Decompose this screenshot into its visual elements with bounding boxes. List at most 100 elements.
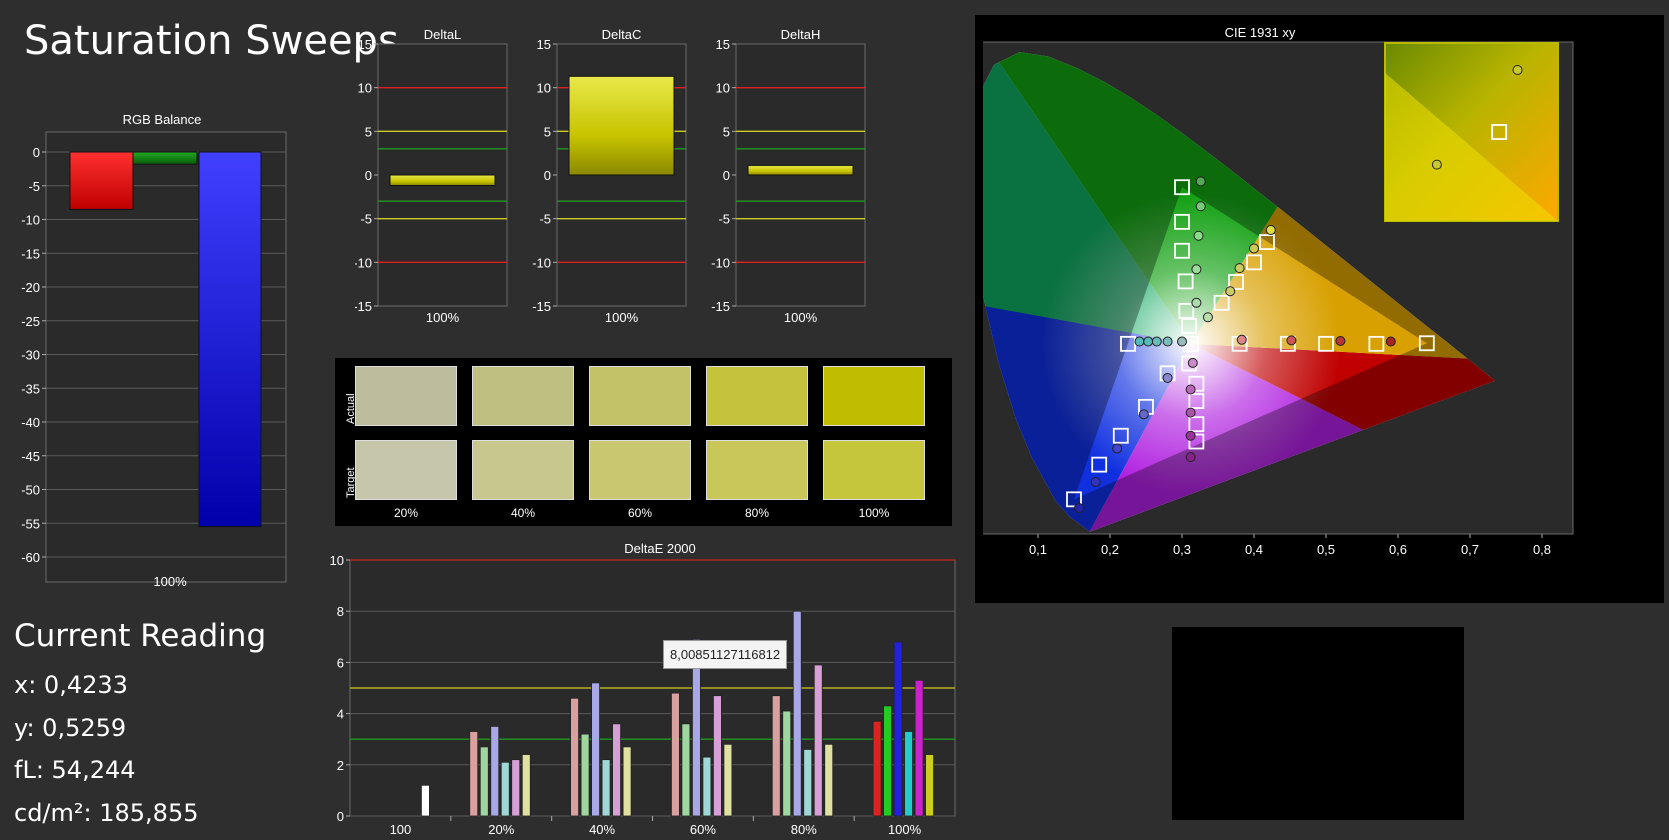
de-bar bbox=[723, 743, 733, 817]
rgb-balance-title: RGB Balance bbox=[123, 112, 202, 127]
cie-measured-point bbox=[1162, 336, 1173, 347]
rgb-tick-label: -45 bbox=[21, 449, 40, 464]
de-tick-label: 6 bbox=[337, 655, 344, 670]
cie-measured-point bbox=[1202, 312, 1213, 323]
de-bar bbox=[872, 720, 882, 817]
page-title: Saturation Sweeps bbox=[24, 18, 399, 64]
de-bar bbox=[681, 723, 691, 817]
swatch-panel: Actual Target 20% 40% 60% 80% 100% bbox=[335, 358, 952, 526]
delta-tick-label: -5 bbox=[718, 212, 730, 227]
de-x-label: 60% bbox=[690, 822, 716, 837]
de-x-label: 20% bbox=[488, 822, 514, 837]
rgb-tick-label: -5 bbox=[28, 179, 40, 194]
rgb-tick-label: -55 bbox=[21, 516, 40, 531]
cie-measured-point bbox=[1185, 407, 1196, 418]
cie-measured-point bbox=[1074, 502, 1085, 513]
swatch-actual bbox=[472, 366, 574, 426]
current-reading-panel: Current Reading x: 0,4233 y: 0,5259 fL: … bbox=[14, 618, 266, 834]
delta-tick-label: 15 bbox=[537, 37, 551, 52]
delta-tick-label: -15 bbox=[532, 299, 551, 314]
cie-measured-point bbox=[1162, 372, 1173, 383]
rgb-tick-label: -20 bbox=[21, 280, 40, 295]
cie-measured-point bbox=[1134, 336, 1145, 347]
cie-measured-point bbox=[1090, 476, 1101, 487]
cie-x-tick-label: 0,2 bbox=[1101, 542, 1119, 557]
swatch-actual bbox=[823, 366, 925, 426]
de-tick-label: 10 bbox=[330, 553, 344, 568]
de-bar bbox=[914, 679, 924, 817]
de-tick-label: 8 bbox=[337, 604, 344, 619]
cie-measured-point bbox=[1143, 336, 1154, 347]
cie-measured-point bbox=[1225, 286, 1236, 297]
delta-e-title: DeltaE 2000 bbox=[624, 541, 696, 556]
de-bar bbox=[782, 710, 792, 817]
reading-cdm2: cd/m²: 185,855 bbox=[14, 798, 199, 827]
cie-measured-point bbox=[1185, 452, 1196, 463]
swatch-label: 20% bbox=[393, 506, 419, 520]
current-reading-header: Current Reading bbox=[14, 618, 267, 654]
de-bar bbox=[702, 756, 712, 817]
de-bar bbox=[469, 731, 479, 817]
reading-fl: fL: 54,244 bbox=[14, 756, 136, 784]
reading-y: y: 0,5259 bbox=[14, 713, 127, 742]
de-bar bbox=[490, 725, 500, 817]
cie-measured-point bbox=[1151, 336, 1162, 347]
de-x-label: 100% bbox=[888, 822, 922, 837]
de-bar bbox=[421, 784, 430, 817]
rgb-tick-label: -15 bbox=[21, 246, 40, 261]
delta-tick-label: 0 bbox=[365, 168, 372, 183]
de-tick-label: 0 bbox=[337, 809, 344, 824]
de-bar bbox=[671, 692, 680, 817]
delta-tick-label: -10 bbox=[711, 255, 730, 270]
delta-chart-title: DeltaH bbox=[781, 27, 821, 42]
cie-measured-point bbox=[1236, 334, 1247, 345]
cie-x-tick-label: 0,1 bbox=[1029, 542, 1047, 557]
delta-x-label: 100% bbox=[605, 310, 639, 325]
delta-h-chart: DeltaH 15 10 5 0 -5 -10 -15 100% bbox=[711, 27, 866, 325]
de-bar bbox=[803, 749, 813, 817]
swatch-target bbox=[355, 440, 457, 500]
cie-x-tick-label: 0,7 bbox=[1461, 542, 1479, 557]
cie-chart: CIE 1931 xy 00,10,20,30,40,50,60,70,800,… bbox=[983, 25, 1574, 557]
swatch-label: 100% bbox=[858, 506, 890, 520]
swatch-target bbox=[706, 440, 808, 500]
value-tooltip: 8,00851127116812 bbox=[663, 640, 788, 669]
cie-x-tick-label: 0,4 bbox=[1245, 542, 1263, 557]
swatch-actual bbox=[355, 366, 457, 426]
rgb-tick-label: -60 bbox=[21, 550, 40, 565]
delta-tick-label: 15 bbox=[358, 37, 372, 52]
cie-measured-point bbox=[1385, 336, 1396, 347]
swatch-actual bbox=[589, 366, 691, 426]
delta-tick-label: -15 bbox=[711, 299, 730, 314]
cie-measured-point bbox=[1195, 176, 1206, 187]
de-bar bbox=[601, 759, 611, 817]
delta-bar bbox=[747, 164, 854, 176]
swatch-target bbox=[589, 440, 691, 500]
cie-inset-measured bbox=[1512, 64, 1523, 75]
delta-tick-label: -10 bbox=[355, 255, 372, 270]
de-bar bbox=[883, 705, 892, 817]
rgb-tick-label: -30 bbox=[21, 348, 40, 363]
delta-x-label: 100% bbox=[426, 310, 460, 325]
de-bar bbox=[521, 754, 531, 817]
rgb-bar-red bbox=[69, 151, 134, 210]
de-bar bbox=[925, 754, 934, 817]
cie-measured-point bbox=[1185, 430, 1196, 441]
swatch-target bbox=[472, 440, 574, 500]
de-bar bbox=[771, 695, 781, 817]
cie-measured-point bbox=[1265, 225, 1276, 236]
cie-measured-point bbox=[1335, 335, 1346, 346]
delta-tick-label: 5 bbox=[544, 124, 551, 139]
de-bar bbox=[813, 664, 823, 817]
de-bar bbox=[622, 746, 632, 817]
swatch-label: 60% bbox=[627, 506, 653, 520]
delta-c-chart: DeltaC 15 10 5 0 -5 -10 -15 100% bbox=[532, 27, 687, 325]
de-x-label: 80% bbox=[791, 822, 817, 837]
delta-bar bbox=[568, 75, 675, 176]
de-bar bbox=[479, 746, 489, 817]
delta-tick-label: 10 bbox=[537, 81, 551, 96]
cie-measured-point bbox=[1286, 335, 1297, 346]
delta-tick-label: 0 bbox=[723, 168, 730, 183]
swatch-label: 40% bbox=[510, 506, 536, 520]
delta-tick-label: -5 bbox=[539, 212, 551, 227]
